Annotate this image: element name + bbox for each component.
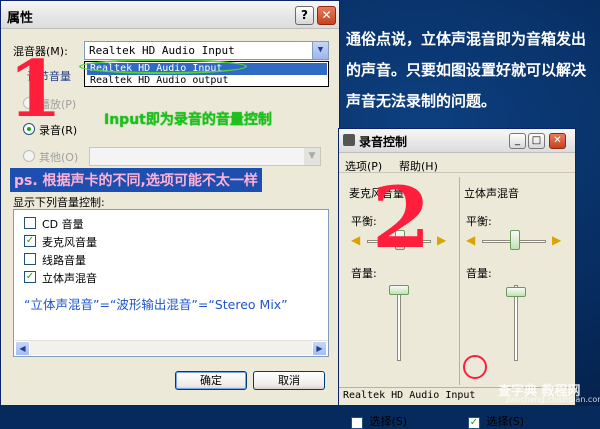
close-button[interactable]: ✕	[549, 133, 566, 149]
highlight-oval	[79, 59, 247, 74]
recording-title: 录音控制	[359, 135, 408, 149]
mic-select-row: 选择(S)	[351, 413, 407, 429]
mixer-select[interactable]: Realtek HD Audio Input ▼	[84, 41, 329, 60]
right-speaker-icon: ▶	[437, 233, 447, 247]
properties-title: 属性	[7, 11, 34, 26]
mic-volume-slider[interactable]	[389, 285, 409, 295]
stereo-balance-label: 平衡:	[466, 215, 492, 228]
stereo-volume-label: 音量:	[466, 267, 492, 280]
chevron-down-icon[interactable]: ▼	[312, 42, 328, 59]
stereo-mix-note: “立体声混音”=“波形输出混音”=“Stereo Mix”	[24, 297, 288, 312]
other-radio[interactable]	[23, 150, 35, 162]
mic-volume-track	[397, 285, 401, 361]
highlight-circle	[463, 355, 487, 379]
recording-titlebar[interactable]: 录音控制 _ □ ✕	[339, 129, 575, 153]
left-speaker-icon: ◀	[466, 233, 476, 247]
right-speaker-icon: ▶	[552, 233, 562, 247]
cd-volume-label: CD 音量	[42, 218, 84, 231]
left-speaker-icon: ◀	[351, 233, 361, 247]
stereo-mix-checkbox[interactable]: ✓	[24, 271, 36, 283]
stereo-select-checkbox[interactable]: ✓	[468, 417, 480, 429]
other-radio-label: 其他(O)	[39, 151, 79, 164]
minimize-button[interactable]: _	[509, 133, 526, 149]
ps-annotation: ps. 根据声卡的不同,选项可能不太一样	[10, 168, 262, 192]
mic-volume-label: 音量:	[351, 267, 377, 280]
show-controls-label: 显示下列音量控制:	[13, 196, 105, 209]
other-device-select[interactable]: ▼	[89, 147, 321, 166]
chevron-down-icon[interactable]: ▼	[304, 148, 320, 165]
stereo-mix-column: 立体声混音 平衡: ◀ ▶ 音量: ✓ 选择(S)	[459, 177, 569, 429]
scroll-right-icon[interactable]: ▶	[312, 341, 327, 356]
input-annotation: Input即为录音的音量控制	[104, 112, 272, 128]
line-volume-checkbox[interactable]	[24, 253, 36, 265]
stereo-volume-slider[interactable]	[506, 287, 526, 297]
step-two-number: 2	[372, 168, 431, 267]
mic-select-checkbox[interactable]	[351, 417, 363, 429]
stereo-mix-label: 立体声混音	[42, 272, 97, 285]
speaker-icon	[343, 134, 355, 146]
watermark-url: jiaocheng.chazidian.com	[506, 395, 600, 404]
explanation-text: 通俗点说，立体声混音即为音箱发出的声音。只要如图设置好就可以解决声音无法录制的问…	[346, 30, 587, 110]
help-button[interactable]: ?	[295, 6, 314, 25]
cd-volume-checkbox[interactable]	[24, 217, 36, 229]
cancel-button[interactable]: 取消	[253, 371, 325, 390]
line-volume-label: 线路音量	[42, 254, 86, 267]
volume-controls-list: CD 音量 ✓ 麦克风音量 线路音量 ✓ 立体声混音 “立体声混音”=“波形输出…	[13, 209, 329, 357]
scroll-left-icon[interactable]: ◀	[15, 341, 30, 356]
mic-select-label: 选择(S)	[369, 415, 408, 428]
mixer-option-output[interactable]: Realtek HD Audio output	[87, 75, 327, 87]
mixer-select-value: Realtek HD Audio Input	[89, 44, 235, 57]
close-button[interactable]: ✕	[317, 6, 336, 25]
mic-volume-label: 麦克风音量	[42, 236, 97, 249]
stereo-select-label: 选择(S)	[486, 415, 525, 428]
properties-titlebar[interactable]: 属性 ? ✕	[1, 1, 339, 29]
ok-button[interactable]: 确定	[175, 371, 247, 390]
stereo-column-title: 立体声混音	[464, 187, 519, 200]
horizontal-scrollbar[interactable]: ◀ ▶	[15, 340, 327, 356]
maximize-button[interactable]: □	[528, 133, 545, 149]
step-one-number: 1	[8, 44, 63, 135]
mic-volume-checkbox[interactable]: ✓	[24, 235, 36, 247]
stereo-balance-slider[interactable]	[510, 230, 520, 250]
stereo-select-row: ✓ 选择(S)	[468, 413, 524, 429]
